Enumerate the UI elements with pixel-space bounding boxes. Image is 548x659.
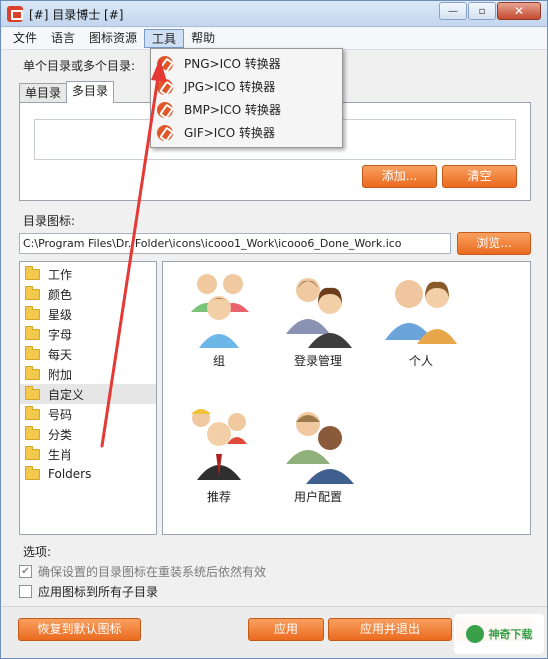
menu-icon-resources[interactable]: 图标资源 bbox=[82, 29, 144, 48]
folder-item-label: 分类 bbox=[48, 427, 73, 442]
browse-button[interactable]: 浏览... bbox=[457, 232, 531, 255]
folder-item-numbers[interactable]: 号码 bbox=[20, 404, 156, 424]
restore-default-button[interactable]: 恢复到默认图标 bbox=[18, 618, 141, 641]
folder-icon bbox=[25, 365, 40, 380]
menu-item-png-to-ico[interactable]: PNG>ICO 转换器 bbox=[151, 52, 342, 75]
group-people-icon bbox=[191, 274, 249, 348]
icon-option-recommend[interactable]: 推荐 bbox=[169, 404, 269, 505]
watermark-text: 神奇下载 bbox=[488, 628, 533, 641]
menu-item-label: GIF>ICO 转换器 bbox=[184, 126, 275, 140]
menu-help[interactable]: 帮助 bbox=[184, 29, 222, 48]
folder-icon bbox=[25, 325, 40, 340]
directory-tabs: 单目录 多目录 bbox=[19, 81, 115, 103]
folder-icon bbox=[25, 285, 40, 300]
options-label: 选项: bbox=[23, 545, 52, 559]
add-directory-button[interactable]: 添加... bbox=[362, 165, 437, 188]
icon-label: 推荐 bbox=[206, 490, 231, 504]
watermark-logo-icon bbox=[465, 625, 484, 643]
window-controls: — ▫ ✕ bbox=[438, 2, 541, 20]
folder-item-label: 附加 bbox=[48, 367, 73, 382]
icon-option-user-config[interactable]: 用户配置 bbox=[268, 404, 368, 505]
icon-section-label: 目录图标: bbox=[23, 214, 76, 228]
folder-item-work[interactable]: 工作 bbox=[20, 264, 156, 284]
folder-item-zodiac[interactable]: 生肖 bbox=[20, 444, 156, 464]
icon-label: 组 bbox=[212, 354, 225, 368]
menu-file[interactable]: 文件 bbox=[6, 29, 44, 48]
app-logo-icon bbox=[7, 6, 23, 22]
folder-item-custom[interactable]: 自定义 bbox=[20, 384, 156, 404]
wrench-icon bbox=[157, 101, 173, 118]
watermark-badge: 神奇下载 bbox=[454, 614, 544, 654]
folder-item-stars[interactable]: 星级 bbox=[20, 304, 156, 324]
icon-option-personal[interactable]: 个人 bbox=[371, 268, 471, 369]
icon-label: 用户配置 bbox=[293, 490, 342, 504]
tab-multiple-directories[interactable]: 多目录 bbox=[66, 81, 115, 103]
folder-item-label: 颜色 bbox=[48, 287, 73, 302]
menu-bar: 文件 语言 图标资源 工具 帮助 bbox=[2, 28, 547, 50]
menu-item-label: JPG>ICO 转换器 bbox=[184, 80, 276, 94]
menu-item-bmp-to-ico[interactable]: BMP>ICO 转换器 bbox=[151, 98, 342, 121]
folder-icon bbox=[25, 265, 40, 280]
title-bar: [#] 目录博士 [#] — ▫ ✕ bbox=[1, 1, 547, 27]
persist-icons-label: 确保设置的目录图标在重装系统后依然有效 bbox=[38, 565, 267, 579]
folder-item-extra[interactable]: 附加 bbox=[20, 364, 156, 384]
icon-label: 登录管理 bbox=[293, 354, 342, 368]
recommended-people-icon bbox=[191, 409, 247, 480]
folder-item-label: 星级 bbox=[48, 307, 73, 322]
folder-item-label: 字母 bbox=[48, 327, 73, 342]
folder-icon bbox=[25, 405, 40, 420]
folder-item-daily[interactable]: 每天 bbox=[20, 344, 156, 364]
folder-icon bbox=[25, 385, 40, 400]
apply-subfolders-label: 应用图标到所有子目录 bbox=[38, 585, 159, 599]
folder-icon bbox=[25, 305, 40, 320]
clear-directories-button[interactable]: 清空 bbox=[442, 165, 517, 188]
folder-category-list: 工作 颜色 星级 字母 每天 附加 自定义 号码 分类 生肖 Folders bbox=[19, 261, 157, 535]
folder-item-label: 自定义 bbox=[48, 387, 85, 402]
folder-item-label: 工作 bbox=[48, 267, 73, 282]
persist-icons-option[interactable]: ✔ 确保设置的目录图标在重装系统后依然有效 bbox=[19, 563, 266, 580]
menu-item-label: PNG>ICO 转换器 bbox=[184, 57, 281, 71]
directory-label: 单个目录或多个目录: bbox=[23, 59, 136, 73]
personal-user-icon bbox=[385, 280, 457, 344]
folder-item-label: 生肖 bbox=[48, 447, 73, 462]
menu-item-gif-to-ico[interactable]: GIF>ICO 转换器 bbox=[151, 121, 342, 144]
icon-gallery: 组 登录管理 个人 推荐 用户配置 bbox=[162, 261, 531, 535]
icon-option-login[interactable]: 登录管理 bbox=[268, 268, 368, 369]
folder-item-colors[interactable]: 颜色 bbox=[20, 284, 156, 304]
login-manager-icon bbox=[286, 278, 352, 348]
user-configuration-icon bbox=[286, 412, 354, 484]
window-title: [#] 目录博士 [#] bbox=[29, 8, 124, 22]
folder-item-label: 每天 bbox=[48, 347, 73, 362]
menu-item-label: BMP>ICO 转换器 bbox=[184, 103, 282, 117]
folder-item-category[interactable]: 分类 bbox=[20, 424, 156, 444]
folder-item-letters[interactable]: 字母 bbox=[20, 324, 156, 344]
folder-icon bbox=[25, 345, 40, 360]
minimize-button[interactable]: — bbox=[439, 2, 467, 20]
wrench-icon bbox=[157, 55, 173, 72]
wrench-icon bbox=[157, 78, 173, 95]
persist-icons-checkbox[interactable]: ✔ bbox=[19, 565, 32, 578]
folder-icon bbox=[25, 465, 40, 480]
tab-single-directory[interactable]: 单目录 bbox=[19, 83, 68, 103]
apply-button[interactable]: 应用 bbox=[248, 618, 324, 641]
apply-subfolders-checkbox[interactable] bbox=[19, 585, 32, 598]
icon-option-group[interactable]: 组 bbox=[169, 268, 269, 369]
apply-subfolders-option[interactable]: 应用图标到所有子目录 bbox=[19, 583, 158, 600]
folder-icon bbox=[25, 445, 40, 460]
maximize-button[interactable]: ▫ bbox=[468, 2, 496, 20]
wrench-icon bbox=[157, 124, 173, 141]
menu-item-jpg-to-ico[interactable]: JPG>ICO 转换器 bbox=[151, 75, 342, 98]
folder-item-label: 号码 bbox=[48, 407, 73, 422]
icon-label: 个人 bbox=[408, 354, 433, 368]
icon-path-field[interactable]: C:\Program Files\Dr. Folder\icons\icooo1… bbox=[19, 233, 451, 254]
menu-tools[interactable]: 工具 bbox=[144, 29, 185, 48]
apply-and-exit-button[interactable]: 应用并退出 bbox=[328, 618, 452, 641]
tools-dropdown-menu: PNG>ICO 转换器 JPG>ICO 转换器 BMP>ICO 转换器 GIF>… bbox=[150, 48, 343, 148]
close-button[interactable]: ✕ bbox=[497, 2, 541, 20]
folder-icon bbox=[25, 425, 40, 440]
folder-item-label: Folders bbox=[48, 467, 92, 481]
folder-item-folders[interactable]: Folders bbox=[20, 464, 156, 484]
menu-language[interactable]: 语言 bbox=[44, 29, 82, 48]
